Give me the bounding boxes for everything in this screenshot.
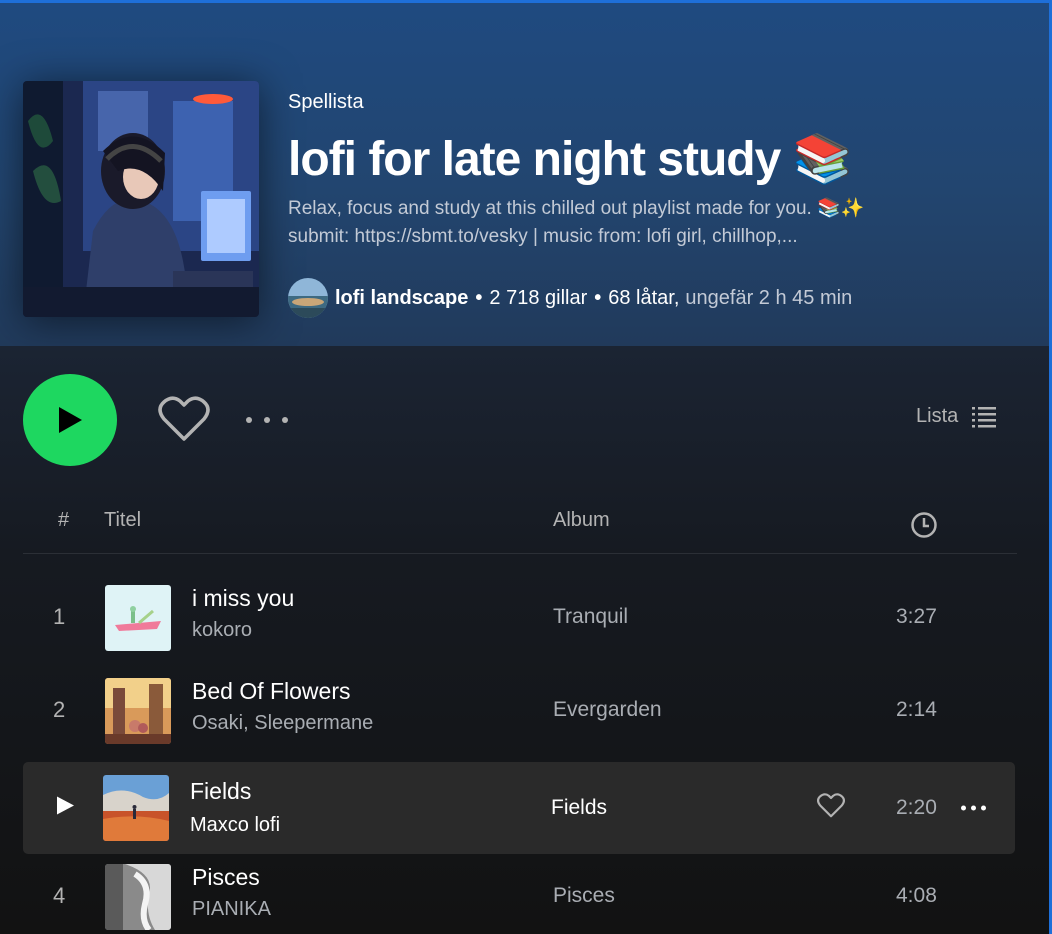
playlist-cover-image[interactable]	[23, 81, 259, 317]
more-horizontal-icon	[246, 417, 252, 423]
track-row[interactable]: 4 Pisces PIANIKA Pisces 4:08	[23, 850, 1015, 934]
track-more-options-button[interactable]	[961, 805, 986, 811]
clock-icon	[911, 512, 937, 538]
track-row[interactable]: 1 i miss you kokoro Tranquil 3:27	[23, 571, 1015, 663]
playlist-type-label: Spellista	[288, 91, 364, 113]
view-mode-toggle[interactable]: Lista	[916, 405, 997, 428]
track-artist[interactable]: Osaki, Sleepermane	[192, 712, 373, 735]
track-album[interactable]: Tranquil	[553, 605, 628, 629]
more-horizontal-icon	[264, 417, 270, 423]
heart-outline-icon	[158, 396, 210, 441]
track-play-button[interactable]	[55, 796, 75, 821]
track-number: 1	[53, 604, 66, 629]
track-count: 68 låtar,	[608, 286, 680, 309]
more-horizontal-icon	[282, 417, 288, 423]
view-mode-label: Lista	[916, 405, 959, 427]
playlist-description-line1: Relax, focus and study at this chilled o…	[288, 198, 865, 219]
track-title[interactable]: Fields	[190, 778, 251, 805]
play-icon	[59, 407, 82, 433]
track-cover-image	[103, 775, 169, 841]
track-duration: 2:14	[896, 698, 937, 721]
more-horizontal-icon	[961, 805, 966, 811]
heart-outline-icon	[817, 793, 845, 818]
track-title[interactable]: Pisces	[192, 864, 260, 891]
playlist-owner-row: lofi landscape • 2 718 gillar • 68 låtar…	[288, 278, 852, 318]
play-button[interactable]	[23, 374, 117, 466]
track-number: 2	[53, 697, 66, 722]
column-header-title[interactable]: Titel	[104, 509, 141, 532]
total-duration: ungefär 2 h 45 min	[685, 286, 853, 309]
owner-name-link[interactable]: lofi landscape	[335, 287, 468, 310]
column-header-duration[interactable]	[910, 511, 938, 545]
track-duration: 4:08	[896, 884, 937, 907]
more-horizontal-icon	[981, 805, 986, 811]
play-icon	[57, 796, 74, 815]
track-like-button[interactable]	[817, 793, 845, 824]
track-album[interactable]: Evergarden	[553, 698, 662, 722]
separator-dot: •	[475, 286, 483, 309]
like-playlist-button[interactable]	[158, 395, 210, 443]
track-duration: 2:20	[896, 796, 937, 819]
track-number: 4	[53, 883, 66, 908]
header-divider	[23, 553, 1017, 554]
list-view-icon	[972, 406, 997, 427]
more-options-button[interactable]	[244, 408, 290, 432]
track-title[interactable]: Bed Of Flowers	[192, 678, 351, 705]
track-artist[interactable]: PIANIKA	[192, 898, 271, 921]
playlist-meta: Spellista lofi for late night study 📚 Re…	[288, 91, 1029, 251]
track-cover-image	[105, 864, 171, 930]
track-title[interactable]: i miss you	[192, 585, 294, 612]
playlist-title: lofi for late night study 📚	[288, 133, 852, 186]
owner-avatar[interactable]	[288, 278, 328, 318]
track-artist[interactable]: kokoro	[192, 619, 252, 642]
playlist-description-line2: submit: https://sbmt.to/vesky | music fr…	[288, 226, 798, 247]
likes-count: 2 718 gillar	[489, 286, 588, 309]
column-header-number: #	[58, 509, 70, 531]
track-album[interactable]: Pisces	[553, 884, 615, 908]
track-cover-image	[105, 678, 171, 744]
track-artist[interactable]: Maxco lofi	[190, 814, 280, 837]
separator-dot: •	[594, 286, 602, 309]
playlist-description: Relax, focus and study at this chilled o…	[288, 195, 988, 251]
more-horizontal-icon	[971, 805, 976, 811]
app-window: Spellista lofi for late night study 📚 Re…	[0, 0, 1052, 934]
track-row[interactable]: 2 Bed Of Flowers Osaki, Sleepermane Ever…	[23, 664, 1015, 756]
track-row-active[interactable]: Fields Maxco lofi Fields 2:20	[23, 762, 1015, 854]
track-album[interactable]: Fields	[551, 796, 607, 820]
track-cover-image	[105, 585, 171, 651]
track-duration: 3:27	[896, 605, 937, 628]
column-header-album[interactable]: Album	[553, 509, 610, 532]
